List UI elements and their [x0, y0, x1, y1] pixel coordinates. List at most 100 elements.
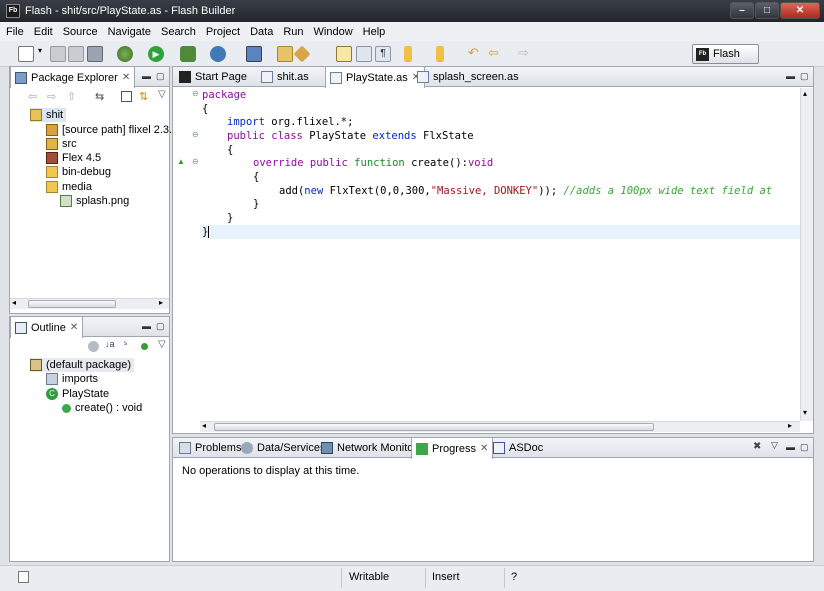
- tab-splash-screen-as[interactable]: splash_screen.as: [413, 67, 523, 87]
- tree-item-source-path[interactable]: [source path] flixel 2.3.5: [46, 123, 178, 137]
- scroll-left-icon[interactable]: ◂: [12, 298, 16, 307]
- filter-icon[interactable]: ⇅: [139, 90, 148, 103]
- tab-problems[interactable]: Problems: [175, 438, 245, 458]
- editor-vscrollbar[interactable]: ▴ ▾: [800, 88, 813, 421]
- menu-navigate[interactable]: Navigate: [108, 26, 151, 38]
- flash-perspective-button[interactable]: Fb Flash: [692, 44, 759, 64]
- status-insert-mode: Insert: [432, 571, 460, 583]
- debug-icon[interactable]: [117, 46, 133, 62]
- profile-icon[interactable]: [180, 46, 196, 62]
- menu-data[interactable]: Data: [250, 26, 273, 38]
- tab-progress[interactable]: Progress ✕: [411, 438, 494, 459]
- maximize-view-icon[interactable]: ▢: [156, 321, 165, 332]
- close-tab-icon[interactable]: ✕: [480, 443, 488, 454]
- view-menu-chevron-icon[interactable]: ▽: [158, 339, 166, 350]
- close-tab-icon[interactable]: ✕: [122, 72, 130, 83]
- run-icon[interactable]: ▶: [148, 46, 164, 62]
- toggle-mark-occurrences-icon[interactable]: [336, 46, 352, 62]
- view-menu-chevron-icon[interactable]: ▽: [158, 89, 166, 100]
- minimize-view-icon[interactable]: ▬: [142, 71, 151, 81]
- editor-hscrollbar[interactable]: ◂ ▸: [200, 421, 800, 432]
- search-toolbar-icon[interactable]: [293, 45, 311, 63]
- maximize-view-icon[interactable]: ▢: [800, 71, 809, 82]
- show-whitespace-icon[interactable]: [356, 46, 372, 62]
- menu-help[interactable]: Help: [363, 26, 386, 38]
- open-type-icon[interactable]: [277, 46, 293, 62]
- scroll-left-icon[interactable]: ◂: [202, 421, 206, 430]
- save-icon[interactable]: [50, 46, 66, 62]
- tree-item-flex-sdk[interactable]: Flex 4.5: [46, 151, 101, 165]
- outline-item-create-method[interactable]: create() : void: [62, 401, 142, 415]
- hide-non-public-icon[interactable]: [141, 343, 148, 350]
- outline-item-default-package[interactable]: (default package): [30, 358, 134, 372]
- fast-view-icon[interactable]: [18, 571, 29, 583]
- scrollbar-thumb[interactable]: [214, 423, 654, 431]
- menu-edit[interactable]: Edit: [34, 26, 53, 38]
- tab-network-monitor[interactable]: Network Monitor: [317, 438, 421, 458]
- outline-item-imports[interactable]: imports: [46, 372, 98, 386]
- forward-icon[interactable]: ⇨: [518, 46, 534, 62]
- close-tab-icon[interactable]: ✕: [70, 322, 78, 333]
- tree-item-project-shit[interactable]: shit: [30, 108, 67, 122]
- view-menu-chevron-icon[interactable]: ▽: [771, 440, 778, 451]
- maximize-view-icon[interactable]: ▢: [156, 71, 165, 82]
- minimize-button[interactable]: –: [730, 2, 754, 19]
- fold-class-icon[interactable]: ⊖: [192, 130, 199, 139]
- save-all-icon[interactable]: [68, 46, 84, 62]
- fold-method-icon[interactable]: ⊖: [192, 157, 199, 166]
- back-icon[interactable]: ⇦: [488, 46, 504, 62]
- network-monitor-icon: [321, 442, 333, 454]
- sort-az-icon[interactable]: ↓a: [105, 339, 115, 349]
- tab-playstate-as[interactable]: PlayState.as ✕: [325, 67, 426, 88]
- flash-builder-app-icon[interactable]: Fb: [6, 4, 20, 18]
- outline-item-playstate-class[interactable]: C PlayState: [46, 387, 109, 401]
- next-annotation-icon[interactable]: [404, 46, 412, 62]
- external-tools-icon[interactable]: [210, 46, 226, 62]
- tree-item-splash-png[interactable]: splash.png: [60, 194, 129, 208]
- tree-item-bin-debug[interactable]: bin-debug: [46, 165, 111, 179]
- tree-item-media[interactable]: media: [46, 180, 92, 194]
- print-icon[interactable]: [87, 46, 103, 62]
- collapse-all-icon[interactable]: [121, 91, 132, 102]
- fold-package-icon[interactable]: ⊖: [192, 89, 199, 98]
- minimize-view-icon[interactable]: ▬: [786, 442, 795, 452]
- scroll-right-icon[interactable]: ▸: [788, 421, 792, 430]
- hide-fields-icon[interactable]: [88, 341, 99, 352]
- scroll-up-icon[interactable]: ▴: [803, 89, 807, 98]
- menu-window[interactable]: Window: [314, 26, 353, 38]
- menu-file[interactable]: File: [6, 26, 24, 38]
- link-with-editor-icon[interactable]: ⇆: [95, 90, 104, 103]
- forward-nav-icon[interactable]: ⇨: [47, 90, 56, 103]
- pilcrow-icon[interactable]: ¶: [375, 46, 391, 62]
- scroll-right-icon[interactable]: ▸: [159, 298, 163, 307]
- menu-project[interactable]: Project: [206, 26, 240, 38]
- tree-item-src[interactable]: src: [46, 137, 77, 151]
- tab-outline[interactable]: Outline ✕: [10, 317, 84, 338]
- code-editor[interactable]: package { import org.flixel.*; public cl…: [200, 88, 801, 421]
- export-release-icon[interactable]: [246, 46, 262, 62]
- previous-annotation-icon[interactable]: [436, 46, 444, 62]
- package-explorer-hscrollbar[interactable]: ◂ ▸: [10, 298, 169, 309]
- maximize-button[interactable]: □: [755, 2, 779, 19]
- new-icon[interactable]: [18, 46, 34, 62]
- new-dropdown-chevron-icon[interactable]: ▾: [38, 46, 44, 62]
- remove-all-finished-icon[interactable]: ✖: [753, 441, 761, 452]
- menu-search[interactable]: Search: [161, 26, 196, 38]
- tab-asdoc[interactable]: ASDoc: [489, 438, 547, 458]
- menu-run[interactable]: Run: [283, 26, 303, 38]
- scroll-down-icon[interactable]: ▾: [803, 408, 807, 417]
- back-nav-icon[interactable]: ⇦: [28, 90, 37, 103]
- tab-shit-as[interactable]: shit.as: [257, 67, 313, 87]
- scrollbar-thumb[interactable]: [28, 300, 116, 308]
- tab-data-services[interactable]: Data/Services: [237, 438, 329, 458]
- minimize-view-icon[interactable]: ▬: [142, 321, 151, 331]
- up-nav-icon[interactable]: ⇧: [67, 90, 76, 103]
- minimize-view-icon[interactable]: ▬: [786, 71, 795, 81]
- tab-start-page[interactable]: Start Page: [175, 67, 251, 87]
- close-button[interactable]: ✕: [780, 2, 820, 19]
- tab-package-explorer[interactable]: Package Explorer ✕: [10, 67, 136, 88]
- last-edit-location-icon[interactable]: ↶: [468, 46, 484, 62]
- menu-source[interactable]: Source: [63, 26, 98, 38]
- hide-static-icon[interactable]: ˢ: [124, 339, 127, 349]
- maximize-view-icon[interactable]: ▢: [800, 442, 809, 453]
